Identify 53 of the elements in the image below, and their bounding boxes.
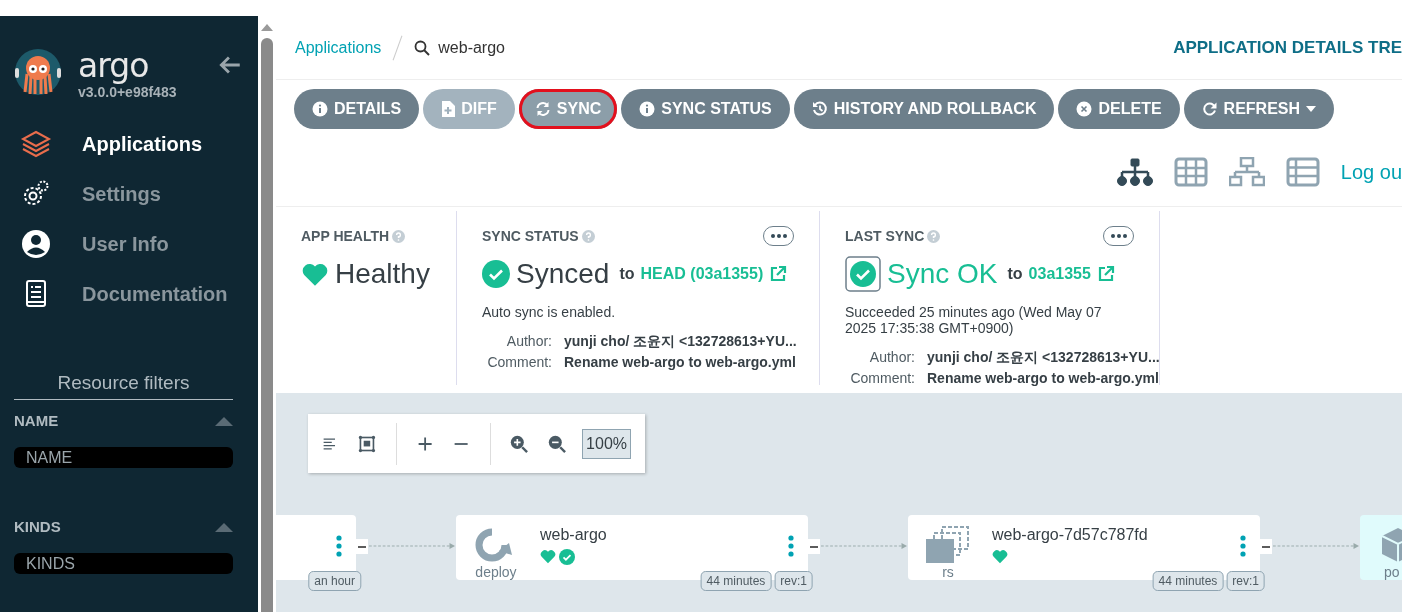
nav-item[interactable]: User Info xyxy=(14,226,233,262)
node-tag: 44 minutes xyxy=(1152,571,1224,591)
node-type: rs xyxy=(941,564,955,580)
panel-title: SYNC STATUS xyxy=(482,228,579,244)
health-status: Healthy xyxy=(335,258,430,290)
node-type: deploy xyxy=(474,564,518,580)
version-label: v3.0.0+e98f483 xyxy=(78,84,177,100)
node-name: web-argo-7d57c787fd xyxy=(992,526,1148,544)
node-tag: 44 minutes xyxy=(700,571,772,591)
page-title: APPLICATION DETAILS TRE xyxy=(1173,37,1402,58)
detail-label: Author: xyxy=(868,349,915,367)
sync-status: Sync OK xyxy=(887,258,998,290)
filters-title: Resource filters xyxy=(14,372,233,400)
action-button[interactable]: SYNC STATUS xyxy=(621,89,790,129)
detail-value: yunji cho/ 조윤지 <132728613+YU... xyxy=(564,333,797,351)
node-tag: rev:1 xyxy=(1226,571,1265,591)
detail-value: Rename web-argo to web-argo.yml xyxy=(927,370,1160,386)
detail-label: Comment: xyxy=(486,354,552,370)
filter-field[interactable]: KINDS xyxy=(14,553,233,574)
revision-link[interactable]: HEAD (03a1355) xyxy=(640,265,764,283)
node-name: web-argo xyxy=(540,526,607,544)
breadcrumb-link[interactable]: Applications xyxy=(295,38,382,57)
action-button[interactable]: DETAILS xyxy=(294,89,420,129)
panel-title: LAST SYNC xyxy=(845,228,925,244)
panel-title: APP HEALTH xyxy=(301,228,390,244)
action-button[interactable]: HISTORY AND ROLLBACK xyxy=(793,89,1055,129)
logout-link[interactable]: Log ou xyxy=(1340,160,1402,184)
nav-item[interactable]: Settings xyxy=(14,176,233,212)
zoom-level: 100% xyxy=(582,428,631,459)
node-type: po xyxy=(1384,564,1400,580)
status-note: Succeeded 25 minutes ago (Wed May 07 2025 17:35:38 GMT+0900) xyxy=(845,304,1103,336)
node-tag: rev:1 xyxy=(774,571,813,591)
resource-node[interactable]: po xyxy=(1360,515,1402,580)
revision-link[interactable]: 03a1355 xyxy=(1028,265,1091,283)
filter-label: KINDS xyxy=(14,518,61,535)
nav-item[interactable]: Documentation xyxy=(14,276,233,312)
breadcrumb-current: web-argo xyxy=(438,38,505,57)
detail-label: Author: xyxy=(505,333,552,351)
sync-status: Synced xyxy=(516,258,610,290)
detail-label: Comment: xyxy=(849,370,915,386)
nav-item[interactable]: Applications xyxy=(14,126,233,162)
node-tag: an hour xyxy=(308,571,361,591)
to-label: to xyxy=(1007,265,1023,283)
filter-label: NAME xyxy=(14,412,59,429)
brand-name: argo xyxy=(78,48,150,84)
filter-field[interactable]: NAME xyxy=(14,447,233,468)
action-button[interactable]: REFRESH xyxy=(1183,89,1335,129)
action-button[interactable]: DELETE xyxy=(1058,89,1180,129)
action-button[interactable]: SYNC xyxy=(518,89,618,129)
to-label: to xyxy=(619,265,635,283)
detail-value: Rename web-argo to web-argo.yml xyxy=(564,354,797,370)
status-note: Auto sync is enabled. xyxy=(482,304,617,320)
detail-value: yunji cho/ 조윤지 <132728613+YU... xyxy=(927,349,1160,367)
